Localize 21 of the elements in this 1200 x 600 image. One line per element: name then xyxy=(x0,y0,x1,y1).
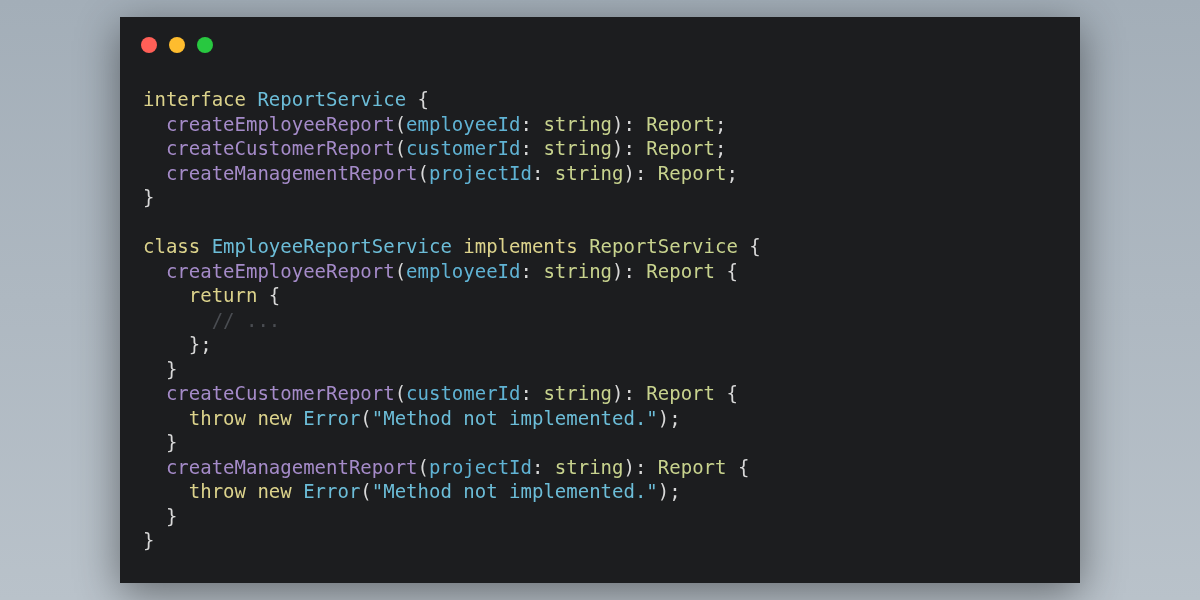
code-line: } xyxy=(143,528,155,553)
window-control-button[interactable] xyxy=(141,37,157,53)
code-line: createManagementReport(projectId: string): Report { xyxy=(165,454,750,479)
code-line: interface ReportService { xyxy=(143,87,429,112)
code-line: throw new Error("Method not implemented."); xyxy=(188,405,681,430)
code-line: createManagementReport(projectId: string): Report; xyxy=(165,160,738,185)
code-line: // ... xyxy=(211,307,281,332)
code-line: } xyxy=(165,356,178,381)
code-line: createEmployeeReport(employeeId: string): Report; xyxy=(165,111,727,136)
code-line: createCustomerReport(customerId: string): Report { xyxy=(165,381,738,406)
code-line: } xyxy=(165,503,178,528)
code-line: } xyxy=(165,430,178,455)
code-line: createEmployeeReport(employeeId: string): Report { xyxy=(165,258,738,283)
window-control-button[interactable] xyxy=(197,37,213,53)
window-control-button[interactable] xyxy=(169,37,185,53)
code-line: return { xyxy=(188,283,281,308)
code-line: class EmployeeReportService implements ReportService { xyxy=(143,234,761,259)
code-line: createCustomerReport(customerId: string): Report; xyxy=(165,136,727,161)
code-line: } xyxy=(143,185,155,210)
code-line: throw new Error("Method not implemented."); xyxy=(188,479,681,504)
code-line: }; xyxy=(188,332,212,357)
